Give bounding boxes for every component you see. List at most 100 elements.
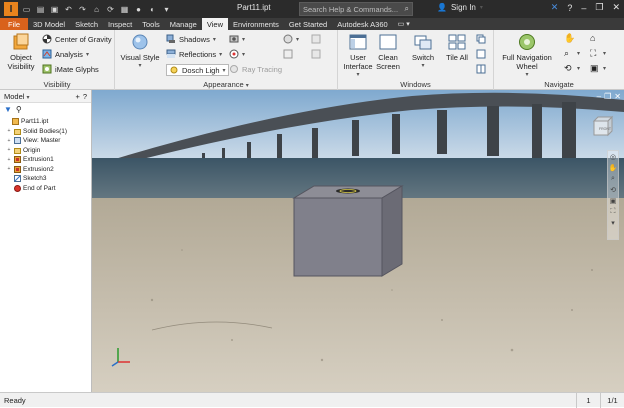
sketch-icon bbox=[14, 175, 21, 183]
tree-expander[interactable]: + bbox=[6, 166, 12, 172]
cascade-button[interactable] bbox=[476, 34, 486, 44]
restore-icon[interactable]: ❐ bbox=[595, 2, 603, 13]
analysis-button[interactable]: Analysis ▾ bbox=[42, 49, 89, 59]
switch-button[interactable]: Switch ▾ bbox=[408, 33, 438, 71]
close-icon[interactable]: ✕ bbox=[612, 2, 620, 13]
new-file-icon[interactable]: ▭ bbox=[21, 4, 32, 15]
pan-button[interactable]: ✋ bbox=[564, 33, 576, 43]
tab-tools[interactable]: Tools bbox=[137, 18, 165, 30]
tree-expander[interactable]: + bbox=[6, 138, 12, 144]
restore-icon[interactable]: ❐ bbox=[604, 92, 611, 101]
tree-item-solid-bodies[interactable]: + Solid Bodies(1) bbox=[4, 127, 91, 137]
tree-item-end-of-part[interactable]: End of Part bbox=[4, 184, 91, 194]
tree-expander[interactable]: + bbox=[6, 147, 12, 153]
appearance-icon[interactable]: ◐ bbox=[147, 4, 158, 15]
switch-label: Switch bbox=[411, 53, 435, 62]
minimize-icon[interactable]: – bbox=[581, 3, 586, 13]
ray-tracing-button[interactable]: Ray Tracing bbox=[229, 64, 282, 74]
zoom-button[interactable]: ⌕ ▾ bbox=[564, 48, 580, 58]
search-input[interactable]: Search Help & Commands... ⌕ bbox=[299, 2, 413, 16]
sign-in[interactable]: 👤 Sign In ▾ bbox=[437, 3, 483, 12]
tree-item-extrusion1[interactable]: + Extrusion1 bbox=[4, 155, 91, 165]
select-icon[interactable]: ▦ bbox=[119, 4, 130, 15]
ribbon-display-toggle-icon[interactable]: ▭ ▾ bbox=[393, 18, 415, 30]
tree-item-origin[interactable]: + Origin bbox=[4, 146, 91, 156]
reflections-button[interactable]: Reflections ▾ bbox=[166, 49, 222, 59]
tree-item-extrusion2[interactable]: + Extrusion2 bbox=[4, 165, 91, 175]
tab-3d-model[interactable]: 3D Model bbox=[28, 18, 70, 30]
tab-environments[interactable]: Environments bbox=[228, 18, 284, 30]
appearance-mini-button-5[interactable] bbox=[311, 34, 321, 44]
orbit-button[interactable]: ⟲ ▾ bbox=[564, 63, 580, 73]
tree-item-label: Solid Bodies(1) bbox=[23, 127, 68, 135]
home-view-button[interactable]: ⌂ bbox=[590, 33, 600, 43]
tree-expander[interactable]: + bbox=[6, 128, 12, 134]
pan-icon: ✋ bbox=[564, 33, 576, 43]
tree-item-view-master[interactable]: + View: Master bbox=[4, 136, 91, 146]
update-icon[interactable]: ⟳ bbox=[105, 4, 116, 15]
appearance-mini-button-3[interactable]: ▾ bbox=[283, 34, 299, 44]
filter-icon[interactable]: ▼ bbox=[4, 105, 12, 114]
lighting-style-select[interactable]: Dosch Ligh ▾ bbox=[166, 64, 229, 76]
look-at-button[interactable]: ▣ ▾ bbox=[590, 63, 606, 73]
part-icon bbox=[12, 118, 19, 126]
tree-item-label: Extrusion1 bbox=[23, 156, 54, 164]
appearance-mini-button-1[interactable]: ▾ bbox=[229, 34, 245, 44]
browser-title[interactable]: Model ▾ bbox=[4, 92, 30, 101]
shadows-button[interactable]: Shadows ▾ bbox=[166, 34, 216, 44]
center-of-gravity-button[interactable]: Center of Gravity bbox=[42, 34, 112, 44]
zoom-icon[interactable]: ⌕ bbox=[608, 173, 618, 184]
tab-file[interactable]: File bbox=[0, 18, 28, 30]
zoom-all-icon[interactable]: ⛶ bbox=[608, 206, 618, 217]
pan-icon[interactable]: ✋ bbox=[608, 162, 618, 173]
customize-qat-icon[interactable]: ▾ bbox=[161, 4, 172, 15]
minimize-icon[interactable]: – bbox=[597, 92, 601, 101]
tab-get-started[interactable]: Get Started bbox=[284, 18, 332, 30]
redo-icon[interactable]: ↷ bbox=[77, 4, 88, 15]
steering-wheel-icon[interactable]: ◎ bbox=[608, 151, 618, 162]
tab-manage[interactable]: Manage bbox=[165, 18, 202, 30]
tile-all-button[interactable]: Tile All bbox=[442, 33, 472, 62]
home-icon[interactable]: ⌂ bbox=[91, 4, 102, 15]
look-at-icon[interactable]: ▣ bbox=[608, 195, 618, 206]
graphics-viewport[interactable]: – ❐ ✕ FRONT ◎ ✋ ⌕ ⟲ ▣ ⛶ ▾ bbox=[92, 90, 624, 392]
clean-screen-button[interactable]: Clean Screen bbox=[373, 33, 403, 71]
imate-glyphs-button[interactable]: iMate Glyphs bbox=[42, 64, 99, 74]
full-navigation-wheel-button[interactable]: Full Navigation Wheel ▾ bbox=[498, 33, 556, 80]
app-logo[interactable]: I bbox=[4, 2, 18, 16]
exchange-icon[interactable]: ✕ bbox=[551, 2, 559, 13]
object-visibility-button[interactable]: Object Visibility bbox=[4, 33, 38, 71]
undo-icon[interactable]: ↶ bbox=[63, 4, 74, 15]
appearance-mini-button-2[interactable]: ▾ bbox=[229, 49, 245, 59]
browser-help-icon[interactable]: ? bbox=[83, 92, 87, 101]
tab-autodesk-a360[interactable]: Autodesk A360 bbox=[332, 18, 392, 30]
tree-item-part[interactable]: Part11.ipt bbox=[4, 117, 91, 127]
scene-background bbox=[92, 90, 624, 392]
status-page: 1/1 bbox=[600, 392, 624, 408]
tab-sketch[interactable]: Sketch bbox=[70, 18, 103, 30]
close-icon[interactable]: ✕ bbox=[614, 92, 621, 101]
tab-view[interactable]: View bbox=[201, 18, 228, 30]
help-icon[interactable]: ? bbox=[567, 3, 572, 13]
navbar-options-icon[interactable]: ▾ bbox=[608, 217, 618, 228]
visual-style-button[interactable]: Visual Style ▾ bbox=[119, 33, 161, 71]
add-browser-icon[interactable]: + bbox=[75, 92, 79, 101]
tree-item-sketch3[interactable]: Sketch3 bbox=[4, 174, 91, 184]
tree-expander[interactable]: + bbox=[6, 157, 12, 163]
orbit-icon[interactable]: ⟲ bbox=[608, 184, 618, 195]
viewcube[interactable] bbox=[590, 112, 616, 138]
new-window-button[interactable] bbox=[476, 49, 486, 59]
user-interface-button[interactable]: User Interface ▾ bbox=[341, 33, 375, 80]
arrange-button[interactable] bbox=[476, 64, 486, 74]
material-icon[interactable]: ● bbox=[133, 4, 144, 15]
appearance-mini-button-6[interactable] bbox=[311, 49, 321, 59]
chevron-down-icon: ▾ bbox=[85, 51, 89, 58]
save-icon[interactable]: ▣ bbox=[49, 4, 60, 15]
search-icon[interactable]: ⌕ bbox=[405, 4, 409, 14]
open-folder-icon[interactable]: ▤ bbox=[35, 4, 46, 15]
find-icon[interactable]: ⚲ bbox=[16, 105, 22, 114]
tab-inspect[interactable]: Inspect bbox=[103, 18, 137, 30]
zoom-all-button[interactable]: ⛶ ▾ bbox=[590, 48, 606, 58]
viewport-window-controls: – ❐ ✕ bbox=[597, 92, 621, 101]
appearance-mini-button-4[interactable] bbox=[283, 49, 293, 59]
